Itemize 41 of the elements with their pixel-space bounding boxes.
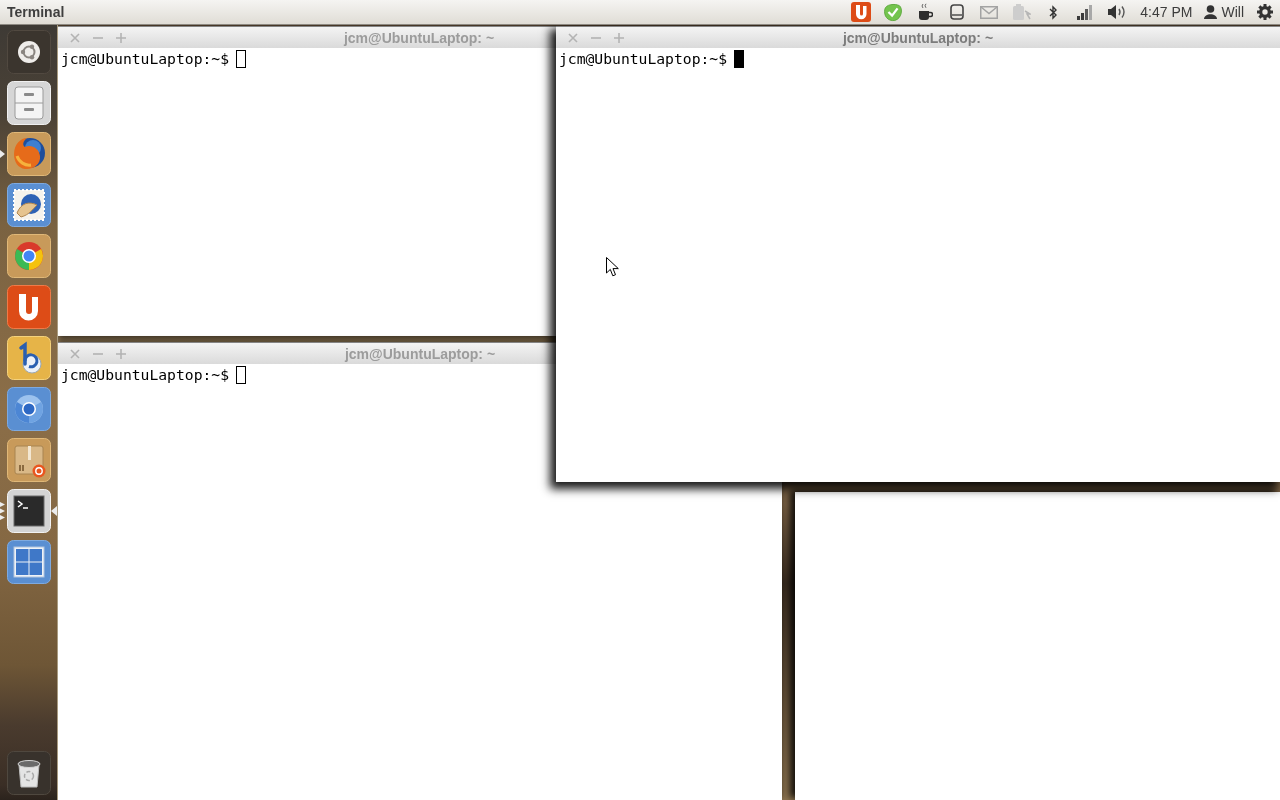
person-icon[interactable] (1204, 5, 1218, 19)
clock[interactable]: 4:47 PM (1140, 4, 1193, 20)
close-icon (568, 32, 578, 43)
prompt-text: jcm@UbuntuLaptop:~$ (559, 50, 727, 68)
maximize-icon (116, 32, 126, 43)
cup-icon[interactable] (917, 3, 933, 21)
window-title: jcm@UbuntuLaptop: ~ (343, 29, 495, 46)
maximize-icon (116, 348, 126, 359)
tricolor-ring-icon (7, 234, 51, 278)
close-icon (70, 348, 80, 359)
trash-icon (7, 751, 51, 795)
workspace-grid-icon (7, 540, 51, 584)
prompt-text: jcm@UbuntuLaptop:~$ (61, 50, 229, 68)
file-cabinet-icon (7, 81, 51, 125)
maximize-icon (614, 32, 624, 43)
window-title: jcm@UbuntuLaptop: ~ (842, 29, 994, 46)
window-title: jcm@UbuntuLaptop: ~ (344, 345, 496, 362)
mouse-pointer-icon (606, 257, 619, 277)
signal-bars-icon[interactable] (1077, 4, 1094, 20)
user-name[interactable]: Will (1221, 4, 1244, 20)
launcher-item[interactable] (7, 30, 51, 74)
globe-icon (7, 132, 51, 176)
launcher-item[interactable] (7, 183, 51, 227)
letter-b-icon (7, 336, 51, 380)
gear-icon[interactable] (1257, 4, 1273, 20)
app-title[interactable]: Terminal (7, 4, 65, 20)
package-box-icon (7, 438, 51, 482)
close-icon (70, 32, 80, 43)
launcher-item[interactable] (7, 751, 51, 795)
envelope-icon[interactable] (980, 5, 999, 19)
check-icon[interactable] (883, 2, 904, 22)
terminal-icon (7, 489, 51, 533)
prompt-text: jcm@UbuntuLaptop:~$ (61, 366, 229, 384)
tablet-icon[interactable] (950, 4, 965, 20)
ring-dots-icon (7, 30, 51, 74)
bluetooth-icon[interactable] (1049, 4, 1058, 20)
speaker-icon[interactable] (1107, 4, 1127, 20)
ring-logo-icon (7, 387, 51, 431)
letter-u-icon[interactable] (851, 2, 872, 22)
stamp-icon (7, 183, 51, 227)
letter-u-icon (7, 285, 51, 329)
